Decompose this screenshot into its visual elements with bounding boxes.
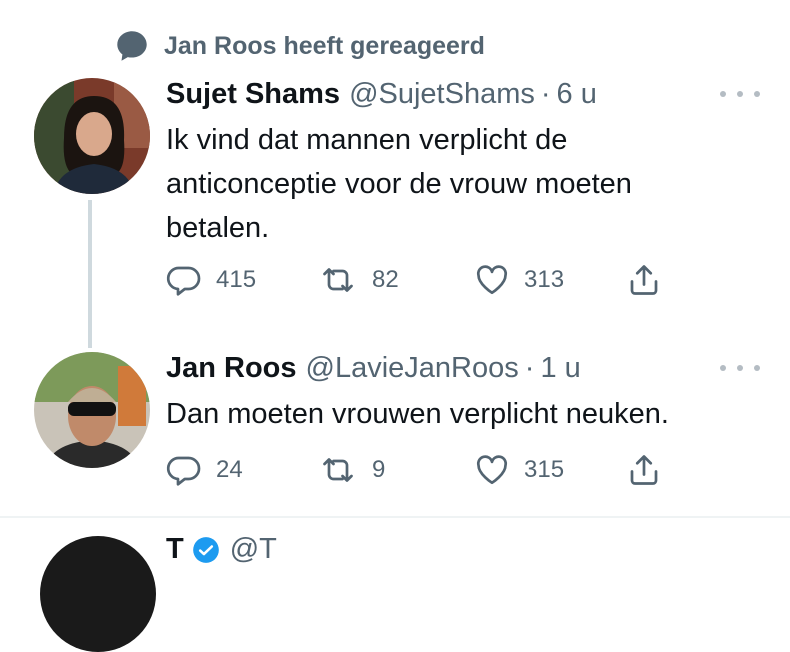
- retweet-count: 82: [372, 266, 399, 293]
- speech-bubble-icon: [112, 26, 152, 66]
- tweet-text-line: anticonceptie voor de vrouw moeten: [166, 168, 632, 200]
- author-handle[interactable]: @SujetShams: [349, 76, 535, 112]
- avatar[interactable]: [34, 352, 150, 468]
- tweet-header: Jan Roos @LavieJanRoos · 1 u: [166, 350, 581, 386]
- reply-button[interactable]: 24: [166, 452, 243, 488]
- author-name[interactable]: Jan Roos: [166, 350, 297, 386]
- tweet-text: Dan moeten vrouwen verplicht neuken.: [166, 392, 669, 436]
- tweet-header: Sujet Shams @SujetShams · 6 u: [166, 76, 597, 112]
- like-button[interactable]: 315: [474, 452, 564, 488]
- separator-dot: ·: [524, 352, 535, 384]
- thread-line: [88, 200, 92, 348]
- more-options-icon[interactable]: [720, 358, 760, 378]
- retweet-button[interactable]: 9: [318, 452, 385, 488]
- tweet-text-line: Ik vind dat mannen verplicht de: [166, 124, 568, 156]
- retweet-button[interactable]: 82: [318, 262, 399, 298]
- avatar[interactable]: [40, 536, 156, 652]
- divider: [0, 516, 790, 518]
- tweet-header: T @T: [166, 533, 277, 566]
- more-options-icon[interactable]: [720, 84, 760, 104]
- share-button[interactable]: [626, 262, 662, 298]
- reply-icon: [166, 266, 201, 296]
- author-name[interactable]: T: [166, 533, 184, 566]
- reply-count: 24: [216, 456, 243, 483]
- share-button[interactable]: [626, 452, 662, 488]
- reply-icon: [166, 456, 201, 486]
- retweet-icon: [323, 268, 353, 292]
- like-count: 313: [524, 266, 565, 293]
- author-name[interactable]: Sujet Shams: [166, 76, 340, 112]
- like-button[interactable]: 313: [474, 262, 564, 298]
- tweet-text: Ik vind dat mannen verplicht de anticonc…: [166, 118, 632, 250]
- tweet-text-line: Dan moeten vrouwen verplicht neuken.: [166, 398, 669, 430]
- separator-dot: ·: [540, 78, 551, 110]
- heart-icon: [476, 455, 508, 485]
- timestamp[interactable]: 6 u: [557, 76, 597, 112]
- retweet-count: 9: [372, 456, 386, 483]
- heart-icon: [476, 265, 508, 295]
- share-icon: [630, 265, 658, 295]
- like-count: 315: [524, 456, 565, 483]
- verified-badge-icon: [192, 536, 220, 564]
- share-icon: [630, 455, 658, 485]
- author-handle[interactable]: @T: [230, 533, 277, 566]
- retweet-icon: [323, 458, 353, 482]
- timestamp[interactable]: 1 u: [540, 350, 580, 386]
- author-handle[interactable]: @LavieJanRoos: [306, 350, 519, 386]
- reply-count: 415: [216, 266, 257, 293]
- tweet-text-line: betalen.: [166, 212, 270, 244]
- social-context-label: Jan Roos heeft gereageerd: [164, 31, 485, 60]
- reply-button[interactable]: 415: [166, 262, 256, 298]
- social-context[interactable]: Jan Roos heeft gereageerd: [112, 26, 485, 66]
- avatar[interactable]: [34, 78, 150, 194]
